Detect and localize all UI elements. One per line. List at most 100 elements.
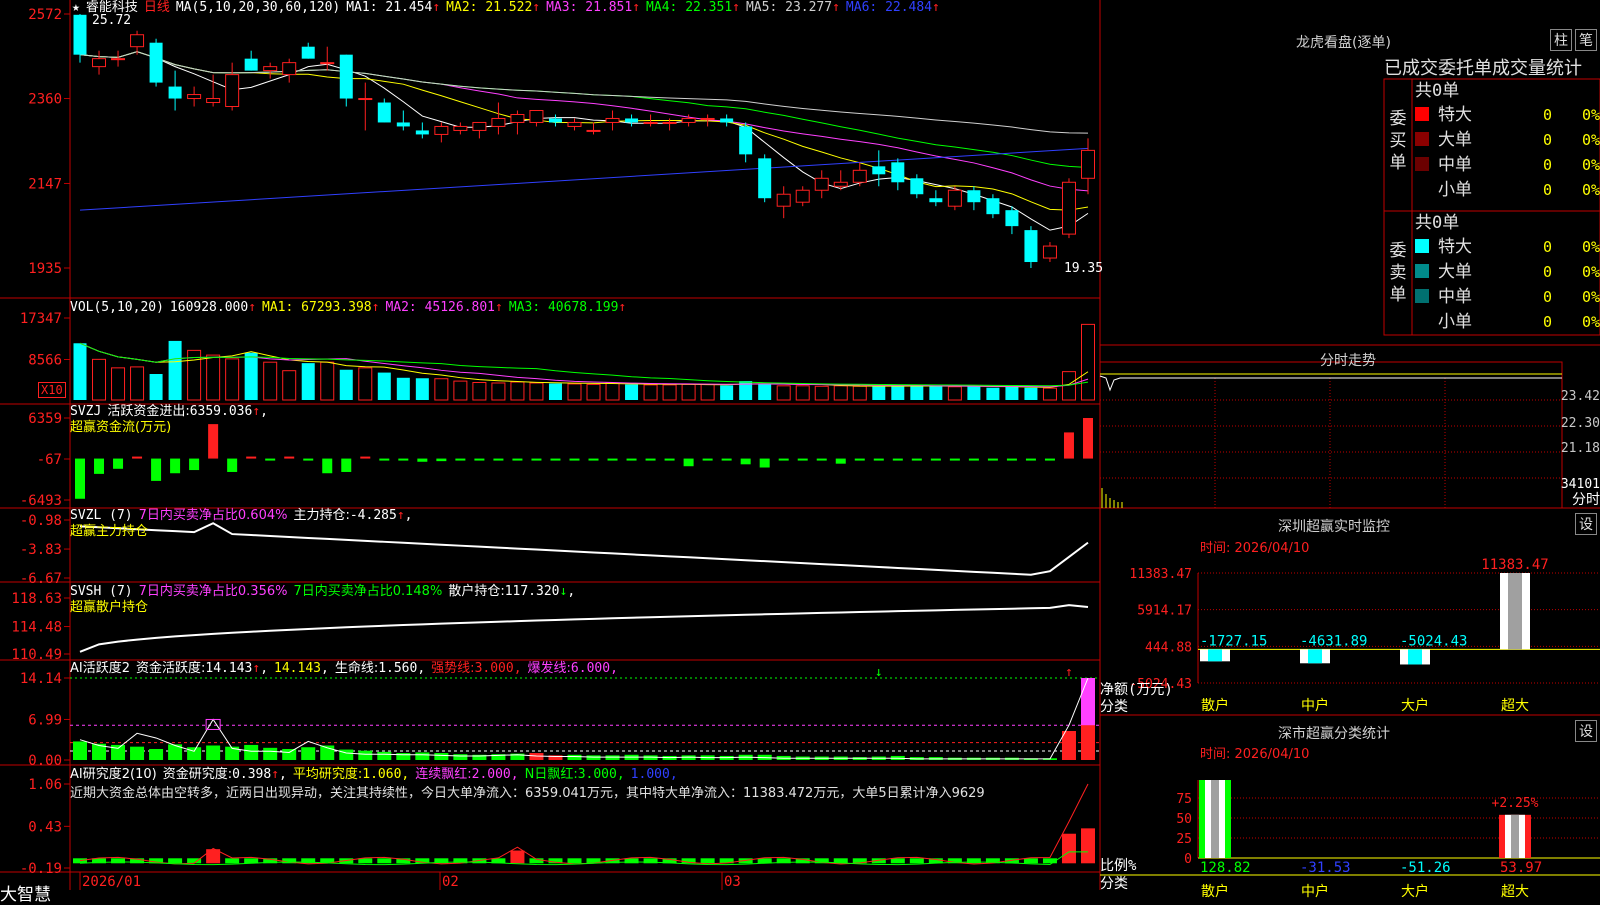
- monitor-title: 深圳超赢实时监控: [1278, 519, 1390, 535]
- arrow-up-icon: ↑: [932, 0, 940, 15]
- volume-bar-down: [986, 387, 1000, 400]
- volume-bar-up: [92, 358, 107, 401]
- stock-terminal: 2572 2360 2147 1935 25.72 19.35 17347 8566 6359-…: [0, 0, 1600, 905]
- ma-values: MA1: 21.454↑ MA2: 21.522↑ MA3: 21.851↑ MA4:…: [346, 0, 946, 15]
- monitor-cat-label: 散户: [1201, 697, 1229, 714]
- flow-bar: [797, 458, 808, 461]
- ai2-v4: 3.000: [577, 767, 617, 782]
- research-bar: [73, 858, 87, 864]
- vol-ma1: MA1: 67293.398: [262, 300, 372, 315]
- candle-down: [396, 122, 410, 127]
- classify-y-label: 50: [1176, 812, 1192, 827]
- activity-bar: [301, 747, 316, 760]
- activity-bar: [73, 741, 87, 760]
- activity-bar: [187, 747, 202, 760]
- signal-arrow-up: ↑: [1065, 665, 1073, 680]
- monitor-bar-label: -1727.15: [1200, 633, 1267, 649]
- candle-up: [700, 117, 715, 120]
- flow-bar: [683, 458, 694, 467]
- monitor-y-label: 11383.47: [1129, 567, 1192, 582]
- flow-bar: [265, 458, 276, 461]
- volume-bar-down: [758, 383, 772, 400]
- candle-down: [891, 162, 905, 183]
- monitor-time: 时间: 2026/04/10: [1200, 541, 1310, 556]
- buy-row-label: 大单: [1438, 130, 1472, 150]
- volume-bar-up: [1042, 387, 1057, 401]
- sell-row-pct: 0%: [1582, 263, 1600, 281]
- volume-bar-up: [358, 367, 373, 401]
- svzj-y-tick-label: -67: [37, 452, 62, 468]
- flow-bar: [113, 458, 124, 469]
- ma-number-5: 23.277: [785, 0, 833, 15]
- flow-bar: [778, 458, 789, 461]
- star-icon[interactable]: ★: [72, 0, 80, 15]
- sell-row-count: 0: [1543, 238, 1552, 256]
- flow-bar: [854, 458, 865, 461]
- main-force-line: [79, 522, 1089, 576]
- chart-canvas[interactable]: 257223602147193525.7219.351734785666359-…: [0, 0, 1600, 900]
- svzj-name: SVZJ: [70, 404, 102, 419]
- volume-bar-down: [929, 385, 943, 400]
- sell-row-count: 0: [1543, 263, 1552, 281]
- buy-swatch: [1415, 157, 1429, 171]
- dragon-title: 龙虎看盘(逐单): [1296, 35, 1391, 51]
- price-y-tick-label: 2360: [28, 92, 62, 108]
- flow-bar: [835, 458, 846, 464]
- arrow-up-icon: ↑: [732, 0, 740, 15]
- ai2-t4: N日飘红:: [524, 767, 578, 782]
- research-bar: [225, 858, 240, 864]
- volume-bar-up: [795, 385, 810, 401]
- arrow-up-icon: ↑: [495, 300, 503, 315]
- buy-row-pct: 0%: [1582, 181, 1600, 199]
- arrow-up-icon: ↑: [618, 300, 627, 315]
- svzl-y-tick-label: -3.83: [20, 542, 62, 558]
- candle-up: [111, 58, 126, 61]
- buy-swatch: [1415, 132, 1429, 146]
- flow-bar: [816, 458, 827, 461]
- tick-mode-button[interactable]: 笔: [1575, 29, 1597, 51]
- candle-down: [872, 166, 886, 175]
- side-label-char: 单: [1390, 285, 1407, 305]
- ai2-name: AI研究度2(10): [70, 767, 157, 782]
- flow-bar: [645, 458, 656, 461]
- flow-bar: [436, 458, 447, 462]
- candle-up: [510, 113, 525, 123]
- ai2-y-tick-label: 0.43: [28, 819, 62, 835]
- ai2-header: AI研究度2(10) 资金研究度:0.398↑, 平均研究度:1.060, 连续飘红:…: [70, 767, 678, 782]
- classify-bar-core: [1511, 814, 1519, 858]
- classify-value-label: -31.53: [1300, 860, 1351, 876]
- svzl-name: SVZL (7): [70, 508, 133, 523]
- candle-up: [776, 193, 791, 207]
- classify-value-label: 53.97: [1500, 860, 1542, 876]
- classify-y-label: 0: [1184, 852, 1192, 867]
- classify-settings-button[interactable]: 设: [1575, 720, 1597, 742]
- candle-up: [662, 121, 677, 124]
- period-label[interactable]: 日线: [144, 0, 170, 15]
- classify-cat-label: 散户: [1201, 883, 1229, 900]
- monitor-ylabel: 净额(万元): [1100, 682, 1173, 698]
- volume-bar-up: [472, 382, 487, 401]
- volume-bar-up: [681, 383, 696, 401]
- activity-line: [79, 677, 1089, 760]
- side-label-char: 单: [1390, 153, 1407, 173]
- ai1-y-tick-label: 0.00: [28, 753, 62, 769]
- arrow-up-icon: ↑: [532, 0, 541, 15]
- classify-value-label: 128.82: [1200, 860, 1251, 876]
- activity-bar: [206, 745, 221, 760]
- svzj-value: 6359.036: [189, 404, 253, 419]
- svzj-sub: 超赢资金流(万元): [70, 420, 172, 435]
- monitor-settings-button[interactable]: 设: [1575, 513, 1597, 535]
- flow-bar: [1063, 432, 1074, 459]
- candle-down: [986, 198, 1000, 215]
- monitor-bar-inner: [1508, 573, 1522, 650]
- bar-mode-button[interactable]: 柱: [1550, 29, 1572, 51]
- flow-bar: [930, 458, 941, 461]
- sell-row-label: 中单: [1438, 287, 1472, 307]
- candle-up: [453, 125, 468, 131]
- volume-bar-down: [872, 386, 886, 400]
- flow-bar: [474, 458, 485, 461]
- arrow-up-icon: ↑: [432, 0, 441, 15]
- ai2-t3: 连续飘红:: [415, 767, 472, 782]
- side-label-char: 卖: [1390, 263, 1407, 283]
- sell-row-label: 大单: [1438, 262, 1472, 282]
